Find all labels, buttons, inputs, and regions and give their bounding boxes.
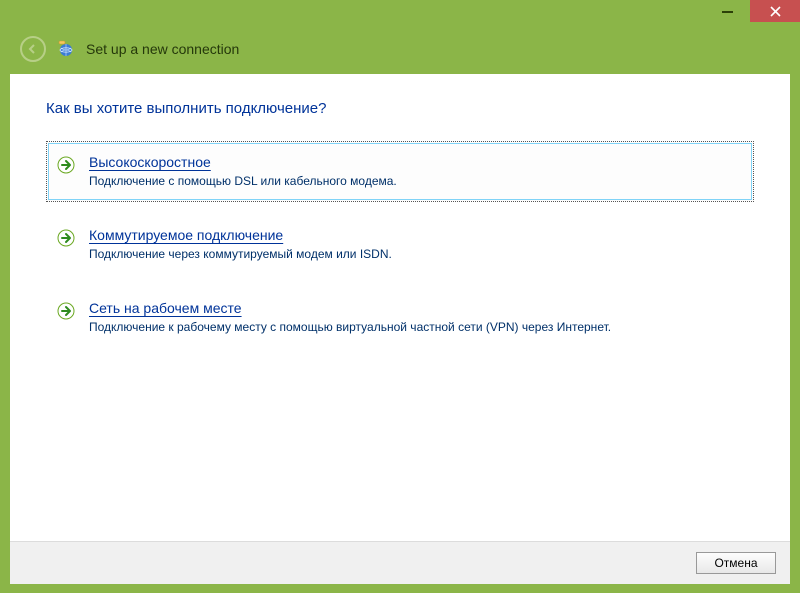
option-title: Высокоскоростное [89,154,741,170]
wizard-title: Set up a new connection [86,41,239,57]
option-desc: Подключение к рабочему месту с помощью в… [89,320,611,334]
wizard-footer: Отмена [10,541,790,584]
option-workplace[interactable]: Сеть на рабочем месте Подключение к рабо… [46,287,754,348]
option-text: Высокоскоростное Подключение с помощью D… [89,154,741,189]
option-title: Сеть на рабочем месте [89,300,741,316]
option-desc: Подключение через коммутируемый модем ил… [89,247,392,261]
cancel-button[interactable]: Отмена [696,552,776,574]
option-broadband[interactable]: Высокоскоростное Подключение с помощью D… [46,141,754,202]
option-dialup[interactable]: Коммутируемое подключение Подключение че… [46,214,754,275]
option-title: Коммутируемое подключение [89,227,741,243]
titlebar [0,0,800,30]
close-button[interactable] [750,0,800,22]
go-arrow-icon [57,156,75,174]
option-desc: Подключение с помощью DSL или кабельного… [89,174,397,188]
option-text: Сеть на рабочем месте Подключение к рабо… [89,300,741,335]
option-text: Коммутируемое подключение Подключение че… [89,227,741,262]
content-body: Как вы хотите выполнить подключение? Выс… [10,74,790,541]
go-arrow-icon [57,229,75,247]
wizard-header: Set up a new connection [0,30,800,74]
content-panel: Как вы хотите выполнить подключение? Выс… [10,74,790,584]
question-heading: Как вы хотите выполнить подключение? [46,100,754,117]
wizard-icon [56,39,76,59]
go-arrow-icon [57,302,75,320]
close-icon [770,6,781,17]
back-button[interactable] [20,36,46,62]
minimize-button[interactable] [704,0,750,22]
minimize-icon [722,6,733,17]
back-arrow-icon [27,43,39,55]
